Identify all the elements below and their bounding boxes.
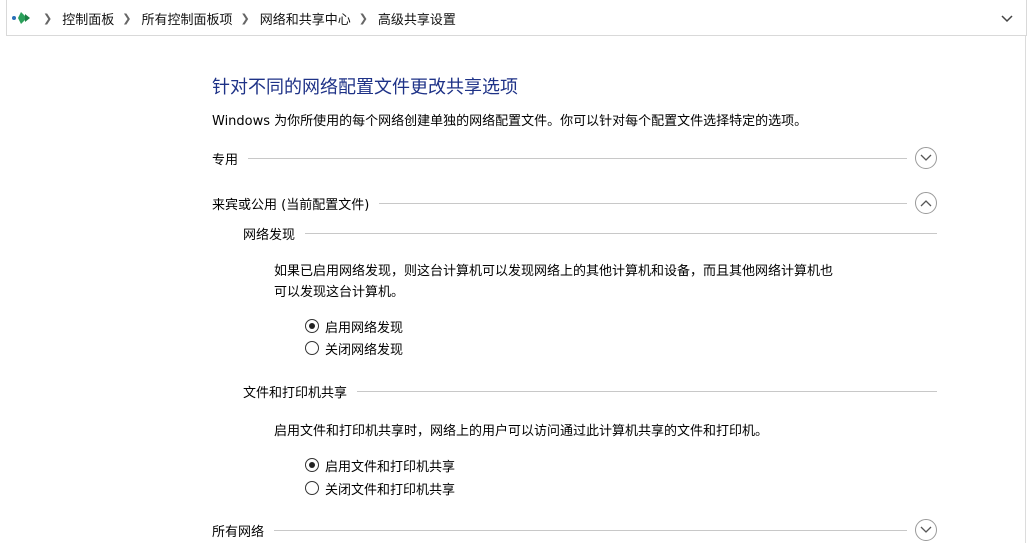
breadcrumb-item-advanced-sharing[interactable]: 高级共享设置 bbox=[378, 9, 456, 28]
expand-private-button[interactable] bbox=[915, 147, 937, 169]
breadcrumb-item-all-items[interactable]: 所有控制面板项 bbox=[141, 9, 232, 28]
profile-guest-public-label: 来宾或公用 (当前配置文件) bbox=[212, 197, 370, 213]
profile-private-header[interactable]: 专用 bbox=[212, 146, 937, 170]
divider bbox=[379, 202, 907, 204]
description-line: 如果已启用网络发现，则这台计算机可以发现网络上的其他计算机和设备，而且其他网络计… bbox=[274, 264, 834, 279]
address-bar[interactable]: ❯ 控制面板 ❯ 所有控制面板项 ❯ 网络和共享中心 ❯ 高级共享设置 bbox=[6, 0, 1027, 36]
profile-all-networks-header[interactable]: 所有网络 bbox=[212, 518, 937, 542]
divider bbox=[357, 390, 937, 392]
file-printer-sharing-heading: 文件和打印机共享 bbox=[243, 385, 348, 401]
chevron-up-icon bbox=[920, 200, 932, 207]
chevron-down-icon bbox=[920, 154, 932, 161]
page-title: 针对不同的网络配置文件更改共享选项 bbox=[212, 77, 518, 98]
network-discovery-header: 网络发现 bbox=[243, 223, 937, 243]
radio-button-checked[interactable] bbox=[305, 319, 319, 333]
divider bbox=[274, 529, 907, 531]
radio-disable-network-discovery[interactable]: 关闭网络发现 bbox=[305, 338, 403, 358]
chevron-right-icon[interactable]: ❯ bbox=[43, 12, 52, 25]
chevron-down-icon bbox=[920, 526, 932, 533]
chevron-right-icon[interactable]: ❯ bbox=[122, 12, 131, 25]
radio-disable-file-printer-sharing[interactable]: 关闭文件和打印机共享 bbox=[305, 478, 455, 498]
radio-button[interactable] bbox=[305, 341, 319, 355]
radio-label[interactable]: 启用文件和打印机共享 bbox=[325, 456, 455, 475]
chevron-right-icon[interactable]: ❯ bbox=[240, 12, 249, 25]
chevron-right-icon[interactable]: ❯ bbox=[359, 12, 368, 25]
chevron-down-icon[interactable] bbox=[998, 9, 1016, 27]
radio-button-checked[interactable] bbox=[305, 458, 319, 472]
divider bbox=[248, 157, 907, 159]
radio-label[interactable]: 启用网络发现 bbox=[325, 317, 403, 336]
expand-all-networks-button[interactable] bbox=[915, 519, 937, 541]
profile-all-networks-label: 所有网络 bbox=[212, 524, 265, 540]
breadcrumb-item-network-center[interactable]: 网络和共享中心 bbox=[260, 9, 351, 28]
breadcrumb-item-control-panel[interactable]: 控制面板 bbox=[62, 9, 114, 28]
network-location-icon bbox=[11, 11, 33, 25]
description-line: 可以发现这台计算机。 bbox=[274, 285, 405, 300]
network-discovery-heading: 网络发现 bbox=[243, 227, 296, 243]
file-printer-sharing-header: 文件和打印机共享 bbox=[243, 381, 937, 401]
file-printer-sharing-description: 启用文件和打印机共享时，网络上的用户可以访问通过此计算机共享的文件和打印机。 bbox=[274, 424, 769, 439]
network-discovery-description: 如果已启用网络发现，则这台计算机可以发现网络上的其他计算机和设备，而且其他网络计… bbox=[274, 261, 934, 303]
collapse-guest-public-button[interactable] bbox=[915, 192, 937, 214]
radio-enable-network-discovery[interactable]: 启用网络发现 bbox=[305, 316, 403, 336]
profile-guest-public-header[interactable]: 来宾或公用 (当前配置文件) bbox=[212, 191, 937, 215]
pane-divider bbox=[1025, 36, 1026, 543]
page-description: Windows 为你所使用的每个网络创建单独的网络配置文件。你可以针对每个配置文… bbox=[212, 114, 808, 129]
radio-enable-file-printer-sharing[interactable]: 启用文件和打印机共享 bbox=[305, 455, 455, 475]
radio-button[interactable] bbox=[305, 481, 319, 495]
breadcrumb: ❯ 控制面板 ❯ 所有控制面板项 ❯ 网络和共享中心 ❯ 高级共享设置 bbox=[35, 0, 456, 36]
profile-private-label: 专用 bbox=[212, 152, 239, 168]
divider bbox=[305, 232, 937, 234]
radio-label[interactable]: 关闭网络发现 bbox=[325, 339, 403, 358]
radio-label[interactable]: 关闭文件和打印机共享 bbox=[325, 479, 455, 498]
